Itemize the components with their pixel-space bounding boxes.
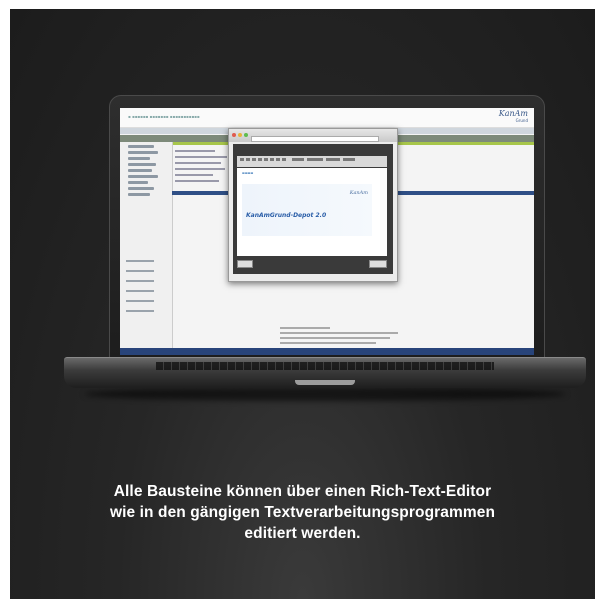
editor-popup-window: ▬▬▬▬ KanAm KanAmGrund-Depot 2.0 xyxy=(228,128,398,282)
url-bar xyxy=(251,136,379,142)
rich-text-toolbar xyxy=(237,156,387,167)
banner-logo: KanAm xyxy=(349,190,368,196)
browser-chrome xyxy=(229,129,397,142)
minimize-dot-icon xyxy=(238,133,242,137)
caption-line-3: editiert werden. xyxy=(244,525,361,542)
sidebar xyxy=(120,142,173,352)
rich-text-editor-area: ▬▬▬▬ KanAm KanAmGrund-Depot 2.0 xyxy=(237,168,387,256)
sidebar-tree xyxy=(120,145,172,196)
laptop-keyboard xyxy=(156,362,494,370)
status-bar xyxy=(120,348,534,355)
dialog-close-button xyxy=(369,260,387,268)
close-dot-icon xyxy=(232,133,236,137)
editor-banner-image: KanAm KanAmGrund-Depot 2.0 xyxy=(242,184,372,236)
promo-panel: ▪ ▪▪▪▪▪▪ ▪▪▪▪▪▪▪ ▪▪▪▪▪▪▪▪▪▪▪ KanAm Grund xyxy=(10,9,595,599)
brand-name: KanAm xyxy=(498,109,528,118)
laptop-screen: ▪ ▪▪▪▪▪▪ ▪▪▪▪▪▪▪ ▪▪▪▪▪▪▪▪▪▪▪ KanAm Grund xyxy=(120,108,534,355)
sidebar-sections xyxy=(120,260,172,312)
editor-heading: ▬▬▬▬ xyxy=(242,171,254,175)
zoom-dot-icon xyxy=(244,133,248,137)
content-tree xyxy=(175,146,233,182)
caption-line-1: Alle Bausteine können über einen Rich-Te… xyxy=(113,483,492,500)
header-links: ▪ ▪▪▪▪▪▪ ▪▪▪▪▪▪▪ ▪▪▪▪▪▪▪▪▪▪▪ xyxy=(128,114,200,119)
editor-dialog: ▬▬▬▬ KanAm KanAmGrund-Depot 2.0 xyxy=(233,144,393,274)
caption-line-2: wie in den gängigen Textverarbeitungspro… xyxy=(109,504,496,521)
caption-text: Alle Bausteine können über einen Rich-Te… xyxy=(10,481,595,544)
banner-title: KanAmGrund-Depot 2.0 xyxy=(246,212,327,219)
laptop-illustration: ▪ ▪▪▪▪▪▪ ▪▪▪▪▪▪▪ ▪▪▪▪▪▪▪▪▪▪▪ KanAm Grund xyxy=(64,95,586,407)
content-text-block xyxy=(280,324,400,344)
laptop-notch xyxy=(295,380,355,385)
brand-sub: Grund xyxy=(515,118,528,123)
laptop-shadow xyxy=(84,387,566,401)
brand-logo: KanAm Grund xyxy=(498,109,528,124)
app-header: ▪ ▪▪▪▪▪▪ ▪▪▪▪▪▪▪ ▪▪▪▪▪▪▪▪▪▪▪ KanAm Grund xyxy=(120,108,534,128)
dialog-save-button xyxy=(237,260,253,268)
